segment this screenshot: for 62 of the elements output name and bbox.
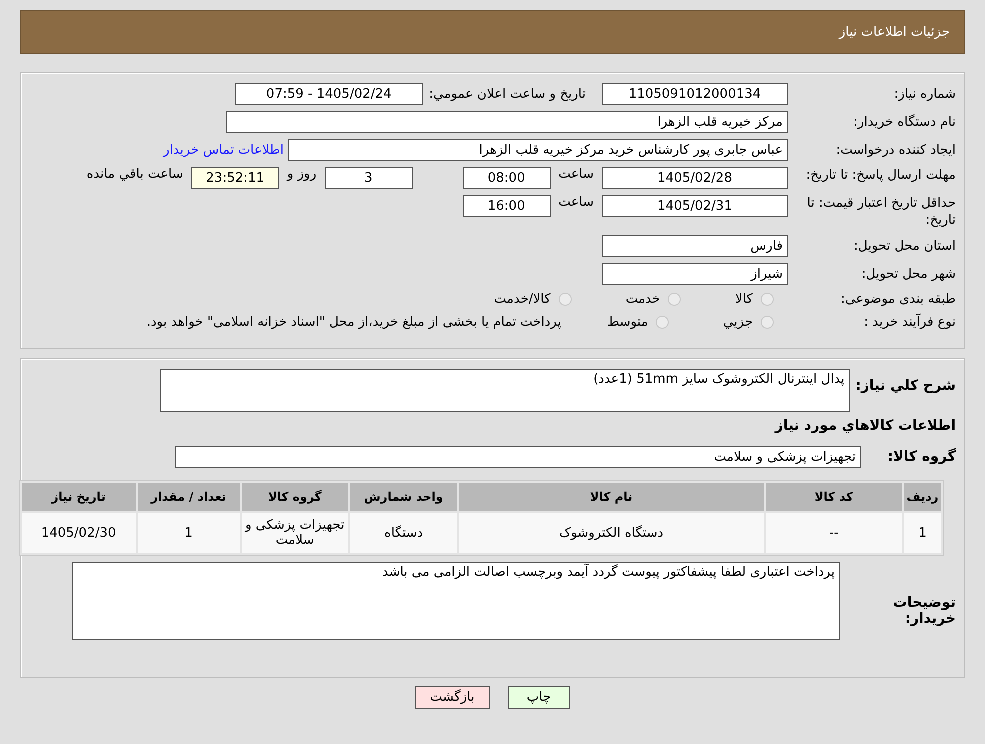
radio-button[interactable] <box>656 316 670 329</box>
days-label: روز و <box>287 167 317 182</box>
table-cell: دستگاه <box>350 513 458 553</box>
table-cell: -- <box>766 513 902 553</box>
column-header: نام کالا <box>459 483 764 511</box>
radio-label: کالا <box>735 292 753 307</box>
field-label: حداقل تاریخ اعتبار قیمت: تا تاریخ: <box>806 195 956 229</box>
table-cell: 1405/02/30 <box>22 513 136 553</box>
column-header: ردیف <box>904 483 941 511</box>
radio-button[interactable] <box>668 293 682 306</box>
field-label: شماره نیاز: <box>893 86 956 102</box>
remaining-label: ساعت باقي مانده <box>86 167 184 182</box>
column-header: واحد شمارش <box>350 483 458 511</box>
field-label: شهر محل تحویل: <box>860 266 956 282</box>
deadline-time-field: 08:00 <box>462 167 551 189</box>
field-label: ایجاد کننده درخواست: <box>835 142 956 158</box>
radio-label: خدمت <box>626 292 660 307</box>
field-label: استان محل تحویل: <box>853 238 956 254</box>
radio-button[interactable] <box>558 293 572 306</box>
field-label: مهلت ارسال پاسخ: تا تاریخ: <box>805 167 956 184</box>
table-cell: 1 <box>904 513 941 553</box>
buyer-org-field: مرکز خیریه قلب الزهرا <box>226 111 788 133</box>
field-label: نام دستگاه خریدار: <box>852 114 956 130</box>
province-field: فارس <box>602 235 788 257</box>
column-header: گروه کالا <box>242 483 348 511</box>
page-title: جزئیات اطلاعات نیاز <box>839 24 950 40</box>
field-label: شرح کلي نیاز: <box>856 378 956 394</box>
radio-label: کالا/خدمت <box>494 292 551 307</box>
time-label: ساعت <box>558 195 594 210</box>
goods-group-field: تجهیزات پزشکی و سلامت <box>175 446 861 468</box>
requester-field: عباس جابری پور کارشناس خرید مرکز خیریه قلب الزهرا <box>288 139 788 161</box>
city-field: شیراز <box>602 263 788 285</box>
field-label: توضیحات خریدار: <box>892 595 956 627</box>
process-note: پرداخت تمام یا بخشی از مبلغ خرید،از محل "اسناد خزانه اسلامی" خواهد بود. <box>146 315 562 330</box>
print-button[interactable]: چاپ <box>508 686 570 709</box>
table-cell: دستگاه الکتروشوک <box>459 513 764 553</box>
table-cell: تجهیزات پزشکی و سلامت <box>242 513 348 553</box>
deadline-date-field: 1405/02/28 <box>602 167 788 189</box>
time-label: ساعت <box>558 167 594 182</box>
buyer-notes-field: پرداخت اعتباری لطفا پیشفاکتور پیوست گردد آیمد وبرچسب اصالت الزامی می باشد <box>72 562 840 640</box>
remaining-time-field: 23:52:11 <box>191 167 280 189</box>
field-label: تاریخ و ساعت اعلان عمومي: <box>429 86 586 102</box>
buyer-contact-link[interactable]: اطلاعات تماس خریدار <box>164 142 284 158</box>
days-field: 3 <box>324 167 413 189</box>
need-number-field: 1105091012000134 <box>602 83 788 105</box>
radio-label: جزیي <box>723 315 753 330</box>
field-label: نوع فرآیند خرید : <box>863 314 956 331</box>
validity-date-field: 1405/02/31 <box>602 195 788 217</box>
column-header: تاریخ نیاز <box>22 483 136 511</box>
announce-date-field: 1405/02/24 - 07:59 <box>235 83 424 105</box>
field-label: گروه کالا: <box>886 449 956 465</box>
back-button[interactable]: بازگشت <box>415 686 490 709</box>
field-label: طبقه بندی موضوعی: <box>840 291 956 308</box>
radio-label: متوسط <box>607 315 648 330</box>
description-field: پدال اینترنال الکتروشوک سایز 51mm (1عدد) <box>160 369 850 412</box>
table-cell: 1 <box>138 513 240 553</box>
radio-button[interactable] <box>761 316 774 329</box>
radio-button[interactable] <box>761 293 774 306</box>
section-heading: اطلاعات کالاهاي مورد نیاز <box>775 418 956 434</box>
validity-time-field: 16:00 <box>462 195 551 217</box>
column-header: تعداد / مقدار <box>138 483 240 511</box>
column-header: کد کالا <box>766 483 902 511</box>
